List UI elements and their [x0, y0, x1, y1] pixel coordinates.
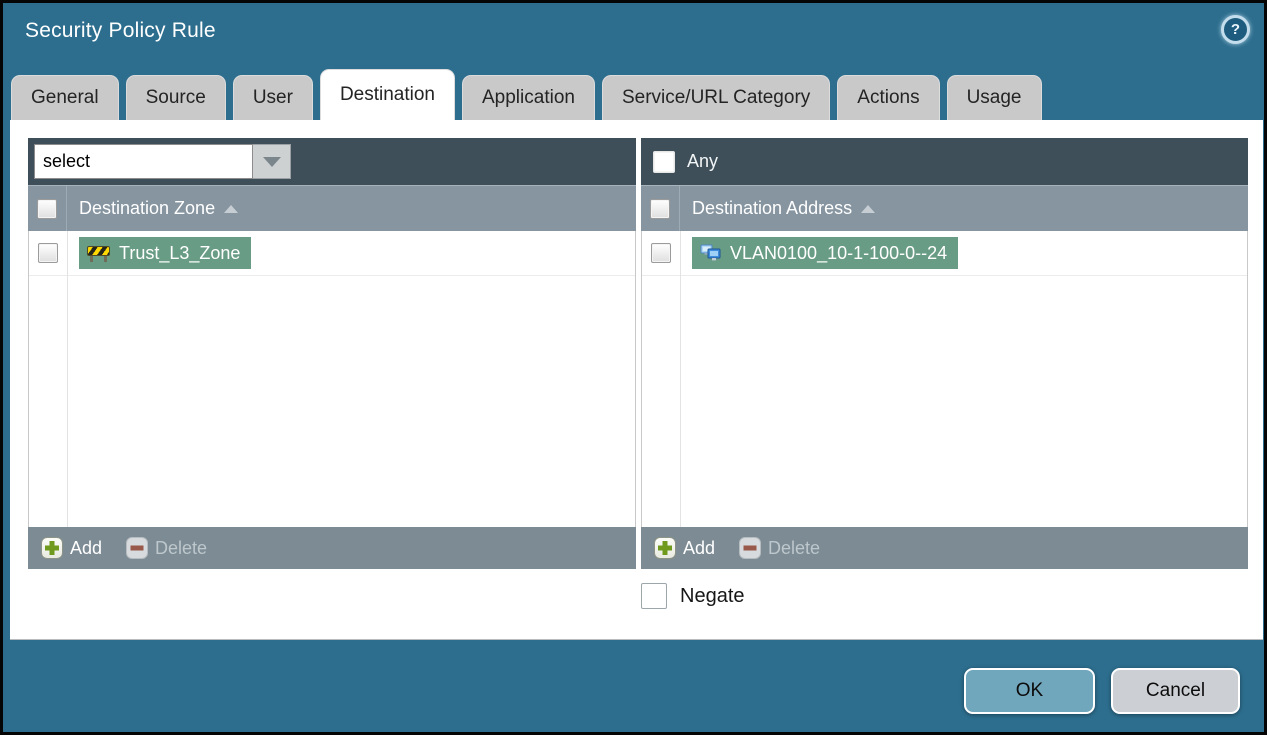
ok-button[interactable]: OK — [964, 668, 1095, 714]
zone-toolbar: Add Delete — [28, 527, 636, 569]
security-policy-rule-dialog: { "window": { "title": "Security Policy … — [0, 0, 1267, 735]
zone-table-body: Trust_L3_Zone — [28, 231, 636, 527]
destination-address-panel: Any Destination Address VLAN0100_10-1-10… — [641, 138, 1248, 569]
zone-delete-button[interactable]: Delete — [126, 537, 207, 559]
destination-tab-content: select Destination Zone Trust_L3_Zone Ad… — [10, 120, 1263, 640]
zone-barrier-icon — [87, 245, 110, 262]
minus-icon — [126, 537, 149, 559]
sort-asc-icon — [224, 204, 239, 213]
dialog-title: Security Policy Rule — [25, 19, 216, 42]
address-column-header[interactable]: Destination Address — [679, 186, 1248, 231]
tab-general[interactable]: General — [11, 75, 119, 120]
tab-destination[interactable]: Destination — [319, 69, 455, 120]
address-column-header-label: Destination Address — [692, 198, 853, 218]
zone-select-all-checkbox[interactable] — [37, 198, 57, 219]
network-computers-icon — [700, 244, 721, 261]
zone-panel-header: select — [28, 138, 636, 185]
any-checkbox[interactable] — [653, 150, 675, 173]
minus-icon — [739, 537, 762, 559]
plus-icon — [654, 537, 676, 559]
address-toolbar: Add Delete — [641, 527, 1248, 569]
sort-asc-icon — [861, 204, 876, 213]
tab-actions[interactable]: Actions — [837, 75, 940, 120]
zone-type-dropdown-button[interactable] — [253, 144, 291, 179]
help-icon[interactable]: ? — [1221, 15, 1250, 44]
cancel-button[interactable]: Cancel — [1111, 668, 1240, 714]
tab-service-url-category[interactable]: Service/URL Category — [601, 75, 831, 120]
tab-usage[interactable]: Usage — [946, 75, 1042, 120]
zone-item-label: Trust_L3_Zone — [119, 242, 241, 263]
address-table-body: VLAN0100_10-1-100-0--24 — [641, 231, 1248, 527]
address-panel-header: Any — [641, 138, 1248, 185]
zone-column-header-label: Destination Zone — [79, 198, 216, 218]
tab-bar: General Source User Destination Applicat… — [11, 69, 1042, 120]
address-table-header: Destination Address — [641, 185, 1248, 231]
zone-add-button[interactable]: Add — [41, 537, 102, 559]
chevron-down-icon — [262, 156, 281, 167]
zone-row-checkbox[interactable] — [38, 243, 58, 263]
tab-source[interactable]: Source — [125, 75, 226, 120]
address-row-checkbox[interactable] — [651, 243, 671, 263]
zone-type-dropdown-value[interactable]: select — [34, 144, 253, 179]
negate-label: Negate — [680, 584, 745, 607]
any-label: Any — [687, 151, 719, 171]
address-add-button[interactable]: Add — [654, 537, 715, 559]
table-row[interactable]: Trust_L3_Zone — [29, 231, 635, 276]
address-delete-button[interactable]: Delete — [739, 537, 820, 559]
plus-icon — [41, 537, 63, 559]
zone-column-header[interactable]: Destination Zone — [66, 186, 636, 231]
negate-checkbox[interactable] — [641, 583, 667, 609]
address-item-label: VLAN0100_10-1-100-0--24 — [730, 242, 948, 263]
destination-zone-panel: select Destination Zone Trust_L3_Zone Ad… — [28, 138, 636, 569]
zone-table-header: Destination Zone — [28, 185, 636, 231]
address-item-vlan0100[interactable]: VLAN0100_10-1-100-0--24 — [692, 237, 959, 269]
tab-application[interactable]: Application — [462, 75, 595, 120]
address-select-all-checkbox[interactable] — [650, 198, 670, 219]
zone-item-trust-l3-zone[interactable]: Trust_L3_Zone — [79, 237, 252, 269]
negate-row: Negate — [641, 583, 745, 609]
tab-user[interactable]: User — [232, 75, 313, 120]
zone-type-dropdown[interactable]: select — [34, 144, 291, 179]
table-row[interactable]: VLAN0100_10-1-100-0--24 — [642, 231, 1247, 276]
